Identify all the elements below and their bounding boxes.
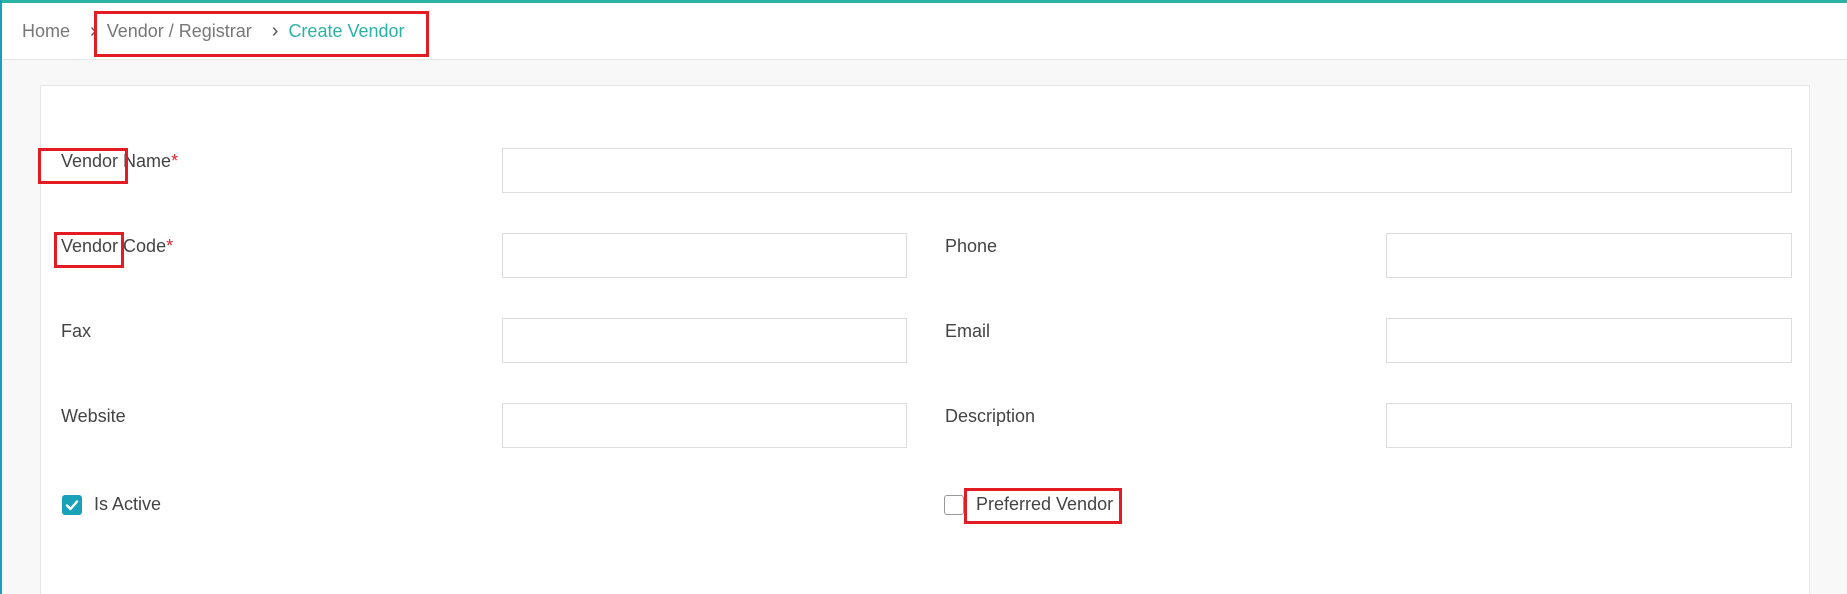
left-accent-bar bbox=[0, 0, 2, 594]
create-vendor-form: Vendor Name* Vendor Code* Phone Fax Emai… bbox=[38, 85, 1810, 594]
fax-label: Fax bbox=[61, 321, 92, 341]
email-label: Email bbox=[945, 321, 991, 341]
description-input[interactable] bbox=[1386, 403, 1792, 448]
preferred-vendor-checkbox[interactable] bbox=[944, 495, 964, 515]
is-active-checkbox[interactable] bbox=[62, 495, 82, 515]
checkmark-icon bbox=[65, 500, 79, 511]
is-active-label: Is Active bbox=[94, 494, 162, 514]
breadcrumb-vendor-registrar-link[interactable]: Vendor / Registrar bbox=[107, 21, 252, 42]
required-mark: * bbox=[166, 236, 174, 256]
website-input[interactable] bbox=[502, 403, 907, 448]
vendor-name-input[interactable] bbox=[502, 148, 1792, 193]
vendor-code-label: Vendor Code* bbox=[61, 236, 173, 257]
website-label: Website bbox=[61, 406, 126, 426]
phone-label: Phone bbox=[945, 236, 998, 256]
vendor-name-label-text: Vendor Name bbox=[61, 151, 172, 171]
breadcrumb: Home › Vendor / Registrar › Create Vendo… bbox=[2, 3, 1847, 60]
chevron-right-icon: › bbox=[271, 20, 279, 42]
chevron-right-icon: › bbox=[90, 20, 97, 42]
required-mark: * bbox=[171, 151, 179, 171]
breadcrumb-home-link[interactable]: Home bbox=[22, 21, 70, 42]
vendor-code-input[interactable] bbox=[502, 233, 907, 278]
email-input[interactable] bbox=[1386, 318, 1792, 363]
vendor-code-label-text: Vendor Code bbox=[61, 236, 167, 256]
fax-input[interactable] bbox=[502, 318, 907, 363]
breadcrumb-current: Create Vendor bbox=[288, 20, 405, 41]
preferred-vendor-label: Preferred Vendor bbox=[976, 494, 1114, 514]
phone-input[interactable] bbox=[1386, 233, 1792, 278]
description-label: Description bbox=[945, 406, 1036, 426]
vendor-name-label: Vendor Name* bbox=[61, 151, 178, 172]
